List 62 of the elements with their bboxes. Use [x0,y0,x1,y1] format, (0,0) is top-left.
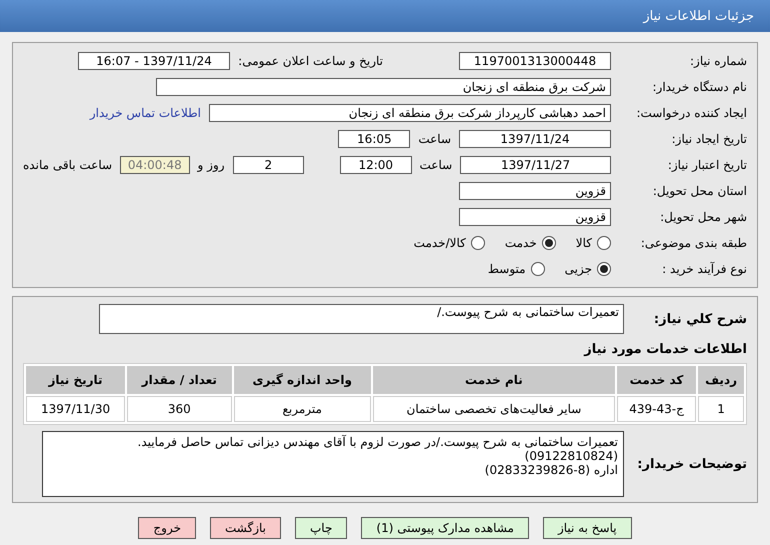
field-label: تاریخ و ساعت اعلان عمومی: [238,54,383,68]
text-field[interactable]: 1397/11/24 [459,130,611,148]
field-label: ساعت [420,158,452,172]
note-line: تعمیرات ساختمانی به شرح پیوست./در صورت لزوم با آقای مهندس دیزانی تماس حاصل فرمایید. [136,435,618,449]
radio-button[interactable] [542,236,556,250]
action-button[interactable]: خروج [138,517,196,539]
field-label: شهر محل تحویل: [659,210,747,224]
radio-button[interactable] [530,262,545,276]
radio-button[interactable] [470,236,485,250]
action-button[interactable]: چاپ [295,517,348,539]
section-title: اطلاعات خدمات مورد نیاز [582,342,747,357]
field-label: شماره نیاز: [689,54,747,68]
radio-option[interactable]: خدمت [504,236,556,250]
column-header: واحد اندازه گیری [234,366,371,394]
text-field[interactable]: 1397/11/24 - 16:07 [78,52,230,70]
text-field[interactable]: 16:05 [338,130,410,148]
radio-option[interactable]: کالا/خدمت [414,236,485,250]
field-label: ساعت باقی مانده [23,158,112,172]
field-label: نام دستگاه خریدار: [652,80,747,94]
field-label: نوع فرآیند خرید : [661,262,747,276]
radio-button[interactable] [597,236,611,250]
field-label: ساعت [418,132,451,146]
text-field[interactable]: 2 [232,156,304,174]
text-field[interactable]: 1397/11/27 [460,156,611,174]
field-label: طبقه بندی موضوعی: [640,236,747,250]
radio-option[interactable]: متوسط [488,262,545,276]
contact-link[interactable]: اطلاعات تماس خریدار [90,106,201,120]
table-cell: مترمربع [234,396,371,422]
field-label: استان محل تحویل: [652,184,747,198]
radio-option[interactable]: جزیی [564,262,611,276]
field-label: روز و [198,158,225,172]
column-header: تاریخ نیاز [26,366,126,394]
field-label: تاریخ ایجاد نیاز: [670,132,747,146]
page-title: جزئیات اطلاعات نیاز [643,8,754,24]
countdown-field[interactable]: 04:00:48 [120,156,190,174]
column-header: کد خدمت [616,366,696,394]
text-field[interactable]: 1197001313000448 [459,52,611,70]
field-label: تاریخ اعتبار نیاز: [666,158,747,172]
summary-field[interactable]: تعمیرات ساختمانی به شرح پیوست./ [99,304,624,334]
note-line: اداره (8-02833239826) [484,463,618,477]
table-cell: ج-43-439 [616,396,696,422]
table-cell: 1 [698,396,744,422]
action-button[interactable]: پاسخ به نیاز [542,517,632,539]
column-header: نام خدمت [372,366,615,394]
radio-option[interactable]: کالا [576,236,611,250]
action-button[interactable]: مشاهده مدارک پیوستی (1) [361,517,529,539]
table-cell: سایر فعالیت‌های تخصصی ساختمان [372,396,615,422]
note-line: (09122810824) [524,449,618,463]
text-field[interactable]: قزوین [459,208,611,226]
table-cell: 360 [127,396,232,422]
column-header: تعداد / مقدار [127,366,232,394]
action-button[interactable]: بازگشت [210,517,281,539]
text-field[interactable]: 12:00 [340,156,412,174]
column-header: ردیف [698,366,744,394]
text-field[interactable]: احمد دهباشی کارپرداز شرکت برق منطقه ای زنجان [209,104,611,122]
table-cell: 1397/11/30 [26,396,126,422]
field-label: شرح کلي نیاز: [652,312,747,326]
field-label: توضیحات خریدار: [636,456,747,472]
field-label: ایجاد کننده درخواست: [635,106,747,120]
radio-button[interactable] [597,262,611,276]
text-field[interactable]: شرکت برق منطقه ای زنجان [156,78,611,96]
text-field[interactable]: قزوین [459,182,611,200]
